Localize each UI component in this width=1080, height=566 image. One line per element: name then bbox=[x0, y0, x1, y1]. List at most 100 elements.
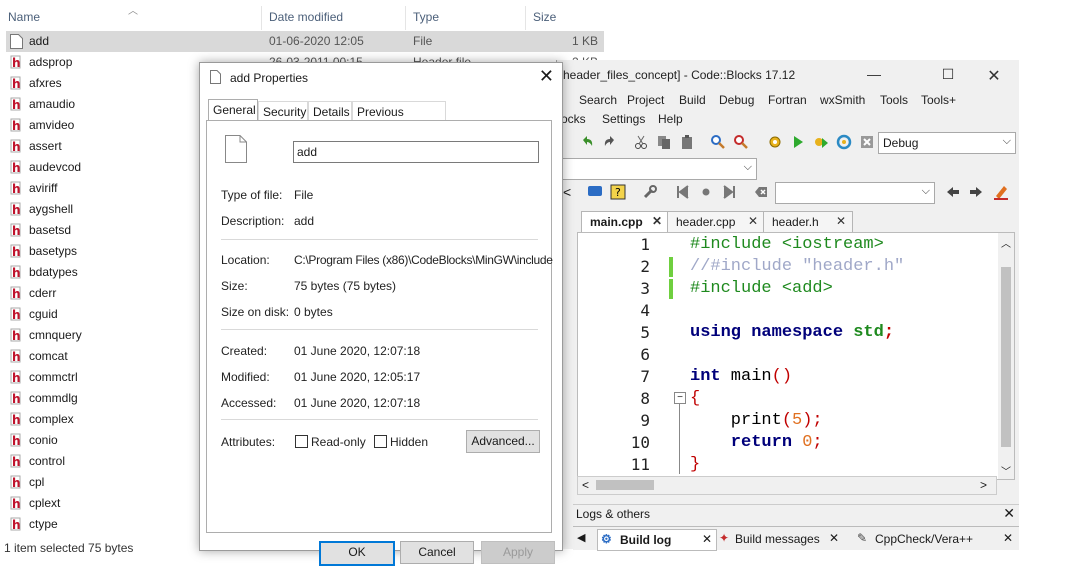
readonly-checkbox[interactable] bbox=[295, 435, 308, 448]
close-icon[interactable]: ✕ bbox=[1003, 505, 1015, 522]
close-icon[interactable]: ✕ bbox=[652, 214, 662, 228]
close-icon[interactable]: ✕ bbox=[829, 531, 839, 545]
description-value: add bbox=[294, 214, 315, 228]
menu-wxsmith[interactable]: wxSmith bbox=[820, 93, 865, 107]
last-icon[interactable] bbox=[721, 184, 737, 200]
tab-build-messages[interactable]: ✦ Build messages ✕ bbox=[717, 529, 847, 549]
column-header-name[interactable]: Name bbox=[8, 10, 40, 28]
column-divider[interactable] bbox=[261, 6, 262, 30]
horizontal-scrollbar[interactable]: < > bbox=[577, 476, 997, 495]
file-row[interactable]: add 01-06-2020 12:05 File 1 KB bbox=[6, 31, 604, 52]
close-icon[interactable]: ✕ bbox=[979, 66, 1009, 86]
menu-debug[interactable]: Debug bbox=[719, 93, 754, 107]
first-icon[interactable] bbox=[675, 184, 691, 200]
rebuild-icon[interactable] bbox=[836, 134, 852, 150]
build-gear-icon[interactable] bbox=[767, 134, 783, 150]
codeblocks-window: header_files_concept] - Code::Blocks 17.… bbox=[556, 60, 1019, 551]
cut-icon[interactable] bbox=[633, 134, 649, 150]
tab-build-log[interactable]: ⚙ Build log ✕ bbox=[597, 529, 717, 551]
redo-icon[interactable] bbox=[602, 134, 618, 150]
close-icon[interactable]: ✕ bbox=[1003, 531, 1013, 545]
menu-project[interactable]: Project bbox=[627, 93, 664, 107]
tab-header-h[interactable]: header.h ✕ bbox=[763, 211, 853, 232]
column-header-date[interactable]: Date modified bbox=[269, 10, 343, 28]
tab-cppcheck[interactable]: ✎ CppCheck/Vera++ ✕ bbox=[855, 529, 1015, 549]
menu-tools-plus[interactable]: Tools+ bbox=[921, 93, 956, 107]
symbol-search-input[interactable]: ⌵ bbox=[775, 182, 935, 204]
menu-help[interactable]: Help bbox=[658, 112, 683, 126]
column-header-size[interactable]: Size bbox=[533, 10, 556, 28]
close-icon[interactable]: ✕ bbox=[702, 532, 712, 546]
header-file-icon: h bbox=[10, 517, 24, 531]
header-file-icon: h bbox=[10, 160, 24, 174]
chevron-left-icon[interactable]: < bbox=[563, 184, 571, 200]
apply-button[interactable]: Apply bbox=[481, 541, 555, 564]
clear-bookmark-icon[interactable] bbox=[753, 184, 769, 200]
close-icon[interactable]: ✕ bbox=[748, 214, 758, 228]
svg-text:h: h bbox=[12, 98, 21, 111]
comment-icon[interactable] bbox=[587, 184, 603, 200]
chevron-down-icon[interactable]: ﹀ bbox=[1001, 463, 1011, 478]
svg-text:h: h bbox=[12, 476, 21, 489]
menu-search[interactable]: Search bbox=[579, 93, 617, 107]
replace-icon[interactable] bbox=[733, 134, 749, 150]
undo-icon[interactable] bbox=[579, 134, 595, 150]
ok-button[interactable]: OK bbox=[319, 541, 395, 566]
scroll-thumb[interactable] bbox=[596, 480, 654, 490]
chevron-right-icon[interactable]: > bbox=[980, 478, 987, 492]
file-name-input[interactable]: add bbox=[293, 141, 539, 163]
size-on-disk-value: 0 bytes bbox=[294, 305, 333, 319]
chevron-up-icon[interactable]: ︿ bbox=[1001, 235, 1011, 250]
paste-icon[interactable] bbox=[679, 134, 695, 150]
file-name: cplext bbox=[29, 496, 61, 510]
help-icon[interactable]: ? bbox=[610, 184, 626, 200]
close-icon[interactable]: ✕ bbox=[539, 66, 554, 87]
arrow-right-icon[interactable] bbox=[968, 184, 984, 200]
line-number: 2 bbox=[640, 257, 650, 276]
menu-tools[interactable]: Tools bbox=[880, 93, 908, 107]
wrench-icon[interactable] bbox=[642, 184, 658, 200]
file-large-icon bbox=[225, 135, 247, 163]
copy-icon[interactable] bbox=[656, 134, 672, 150]
find-icon[interactable] bbox=[710, 134, 726, 150]
fold-toggle-icon[interactable]: − bbox=[674, 392, 686, 404]
vertical-scrollbar[interactable]: ︿ ﹀ bbox=[998, 233, 1014, 479]
scroll-thumb[interactable] bbox=[1001, 267, 1011, 447]
column-header-type[interactable]: Type bbox=[413, 10, 439, 28]
line-number: 1 bbox=[640, 235, 650, 254]
code-line-9: print(5); bbox=[690, 411, 823, 430]
cancel-button[interactable]: Cancel bbox=[400, 541, 474, 564]
hidden-checkbox[interactable] bbox=[374, 435, 387, 448]
menu-settings[interactable]: Settings bbox=[602, 112, 645, 126]
highlight-icon[interactable] bbox=[993, 184, 1009, 200]
file-name: commdlg bbox=[29, 391, 78, 405]
menu-blocks[interactable]: ocks bbox=[561, 112, 586, 126]
build-and-run-icon[interactable] bbox=[813, 134, 829, 150]
scope-select[interactable]: ⌵ bbox=[557, 158, 757, 180]
menu-build[interactable]: Build bbox=[679, 93, 706, 107]
tab-security[interactable]: Security bbox=[258, 101, 308, 120]
advanced-button[interactable]: Advanced... bbox=[466, 430, 540, 453]
maximize-icon[interactable]: ☐ bbox=[933, 66, 963, 83]
menu-fortran[interactable]: Fortran bbox=[768, 93, 807, 107]
tab-details[interactable]: Details bbox=[308, 101, 352, 120]
minimize-icon[interactable]: — bbox=[859, 66, 889, 82]
tab-general[interactable]: General bbox=[208, 99, 258, 121]
column-divider[interactable] bbox=[405, 6, 406, 30]
triangle-left-icon[interactable]: ◀ bbox=[577, 531, 585, 544]
tab-main-cpp[interactable]: main.cpp ✕ bbox=[581, 211, 669, 233]
arrow-left-icon[interactable] bbox=[945, 184, 961, 200]
file-name: cguid bbox=[29, 307, 58, 321]
abort-icon[interactable] bbox=[859, 134, 875, 150]
stop-dot-icon[interactable] bbox=[698, 184, 714, 200]
header-file-icon: h bbox=[10, 244, 24, 258]
run-icon[interactable] bbox=[790, 134, 806, 150]
column-divider[interactable] bbox=[525, 6, 526, 30]
tab-previous-versions[interactable]: Previous Versions bbox=[352, 101, 446, 133]
code-editor[interactable]: 1 2 3 4 5 6 7 8 9 10 11 − #include <iostream> //#i… bbox=[577, 232, 1015, 480]
chevron-left-icon[interactable]: < bbox=[582, 478, 589, 492]
chevron-down-icon: ⌵ bbox=[921, 185, 930, 197]
build-target-select[interactable]: Debug ⌵ bbox=[878, 132, 1016, 154]
tab-header-cpp[interactable]: header.cpp ✕ bbox=[667, 211, 765, 232]
close-icon[interactable]: ✕ bbox=[836, 214, 846, 228]
